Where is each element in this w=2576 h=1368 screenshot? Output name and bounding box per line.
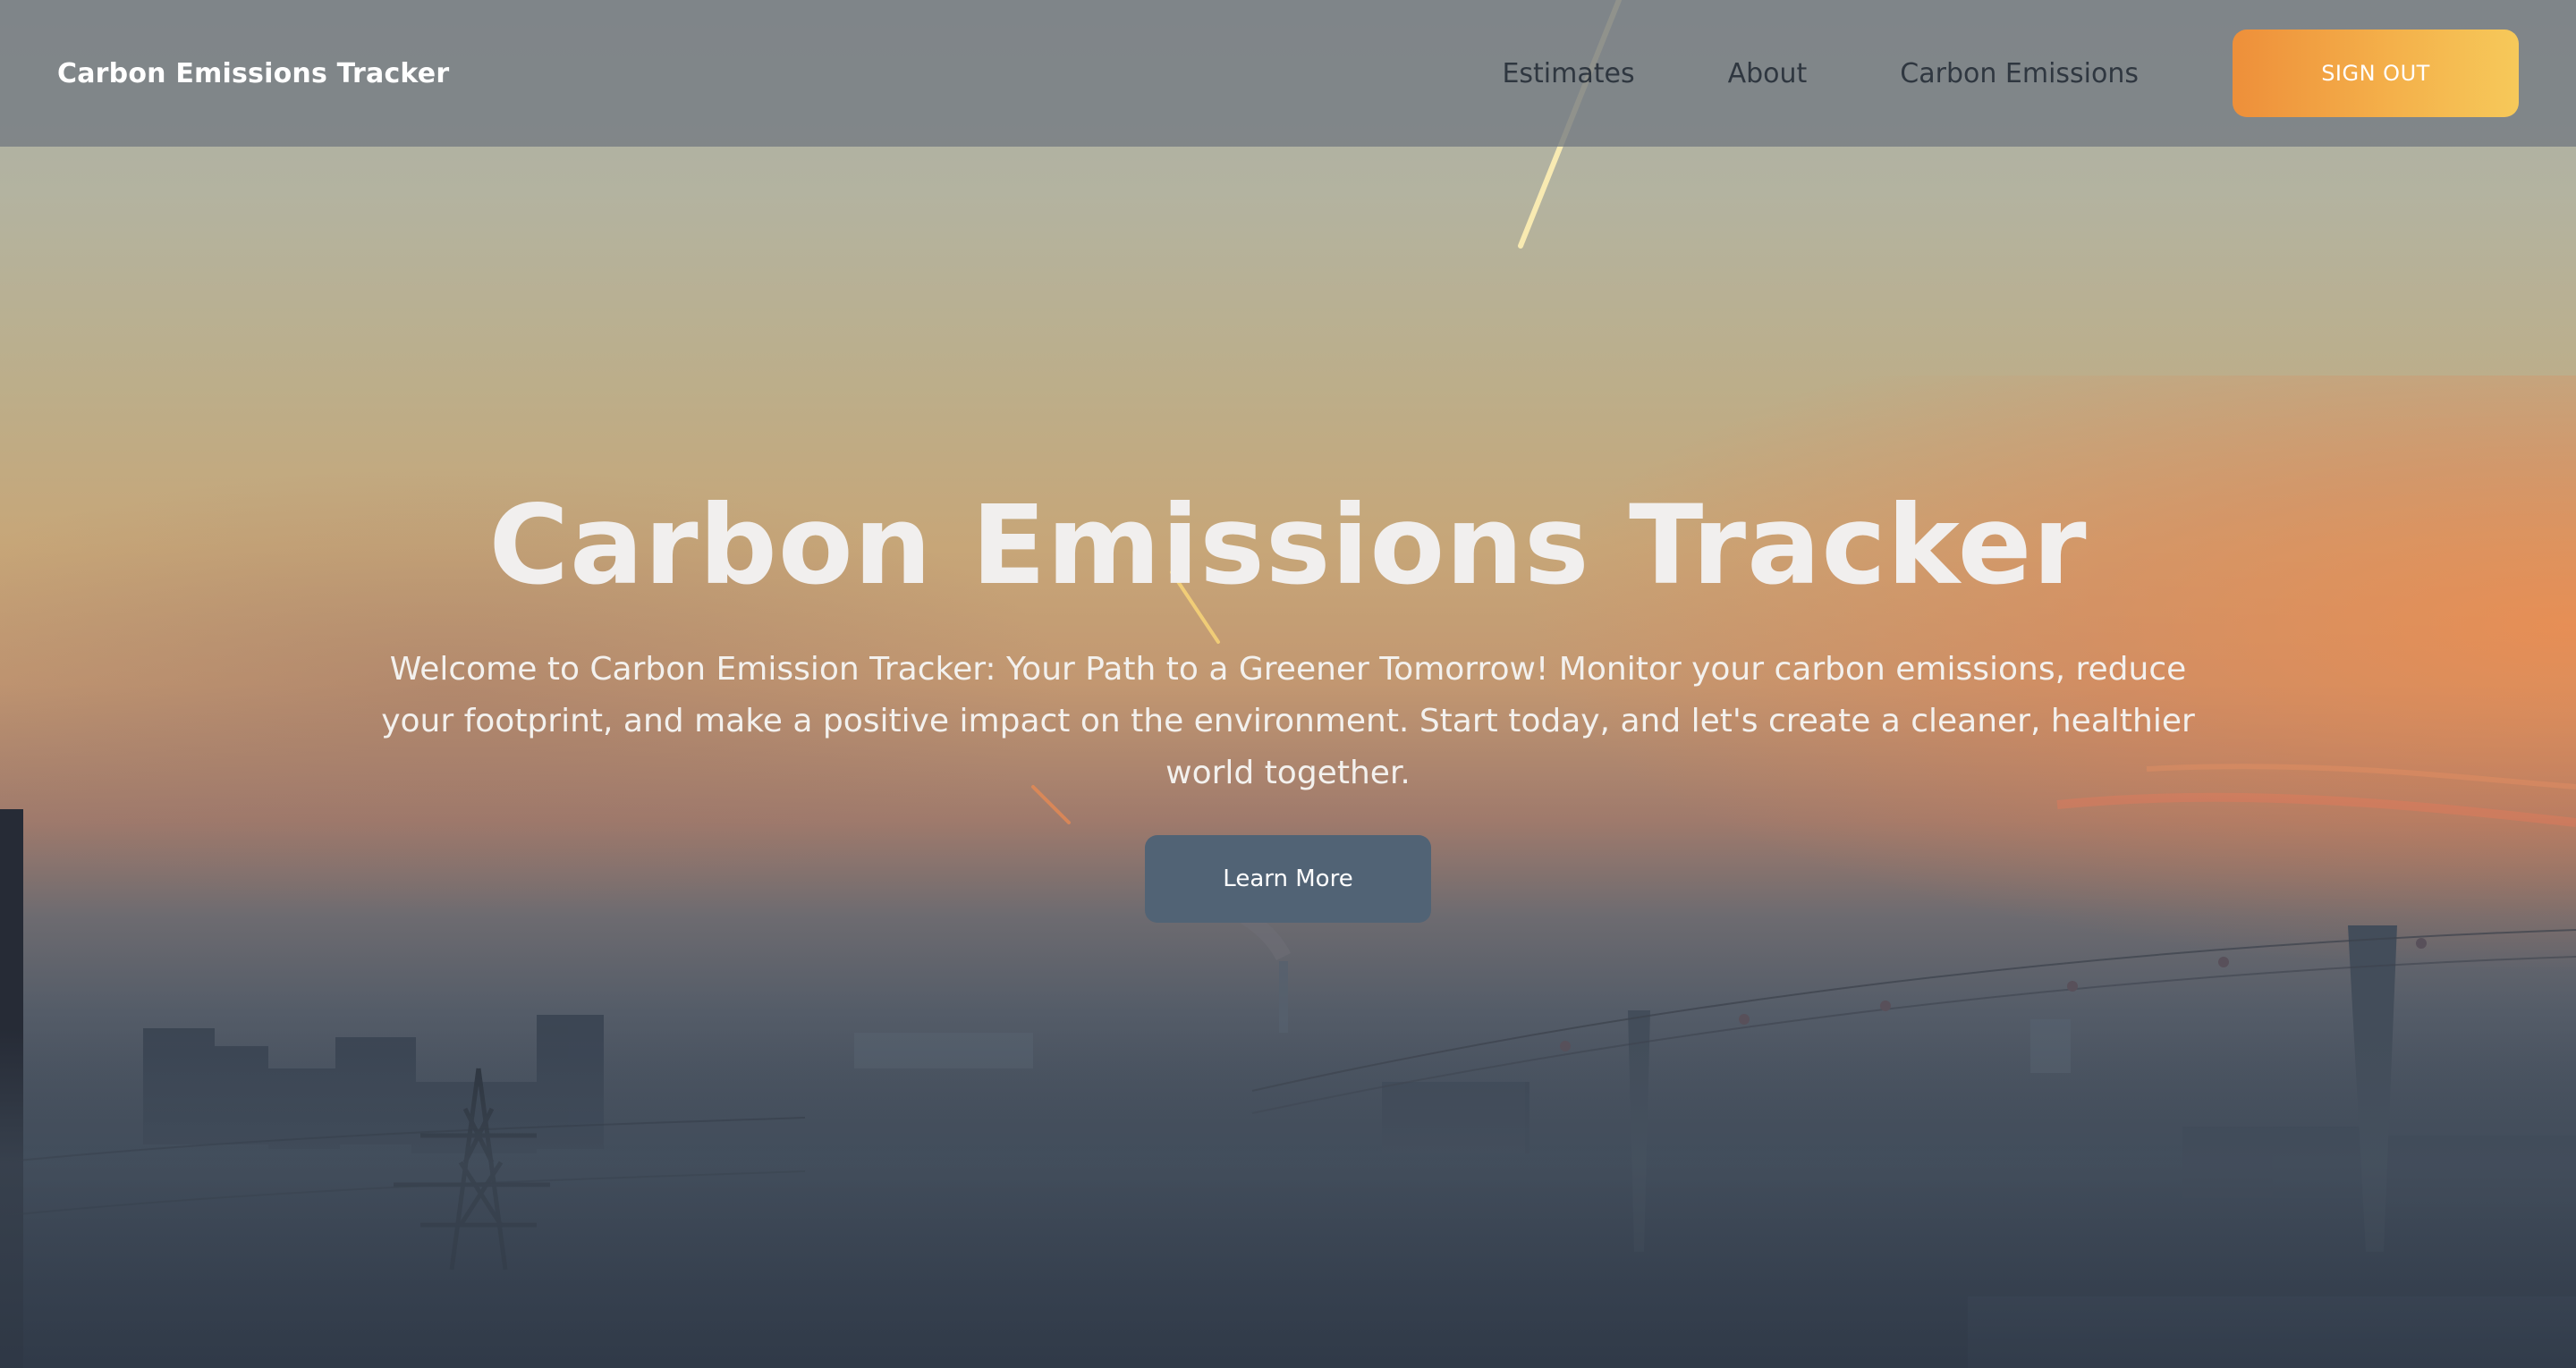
brand-logo-text[interactable]: Carbon Emissions Tracker	[57, 58, 449, 89]
nav-links: Estimates About Carbon Emissions	[1502, 58, 2139, 89]
page: Carbon Emissions Tracker Estimates About…	[0, 0, 2576, 1368]
sign-out-button[interactable]: SIGN OUT	[2233, 30, 2519, 117]
hero-section: Carbon Emissions Tracker Welcome to Carb…	[0, 465, 2576, 923]
nav-link-carbon-emissions[interactable]: Carbon Emissions	[1900, 58, 2139, 89]
hero-title: Carbon Emissions Tracker	[488, 482, 2088, 609]
nav-link-estimates[interactable]: Estimates	[1502, 58, 1634, 89]
hero-description: Welcome to Carbon Emission Tracker: Your…	[381, 651, 2195, 791]
nav-link-about[interactable]: About	[1728, 58, 1808, 89]
fog-layer	[0, 1028, 2576, 1368]
learn-more-button[interactable]: Learn More	[1145, 835, 1431, 923]
top-navbar: Carbon Emissions Tracker Estimates About…	[0, 0, 2576, 147]
